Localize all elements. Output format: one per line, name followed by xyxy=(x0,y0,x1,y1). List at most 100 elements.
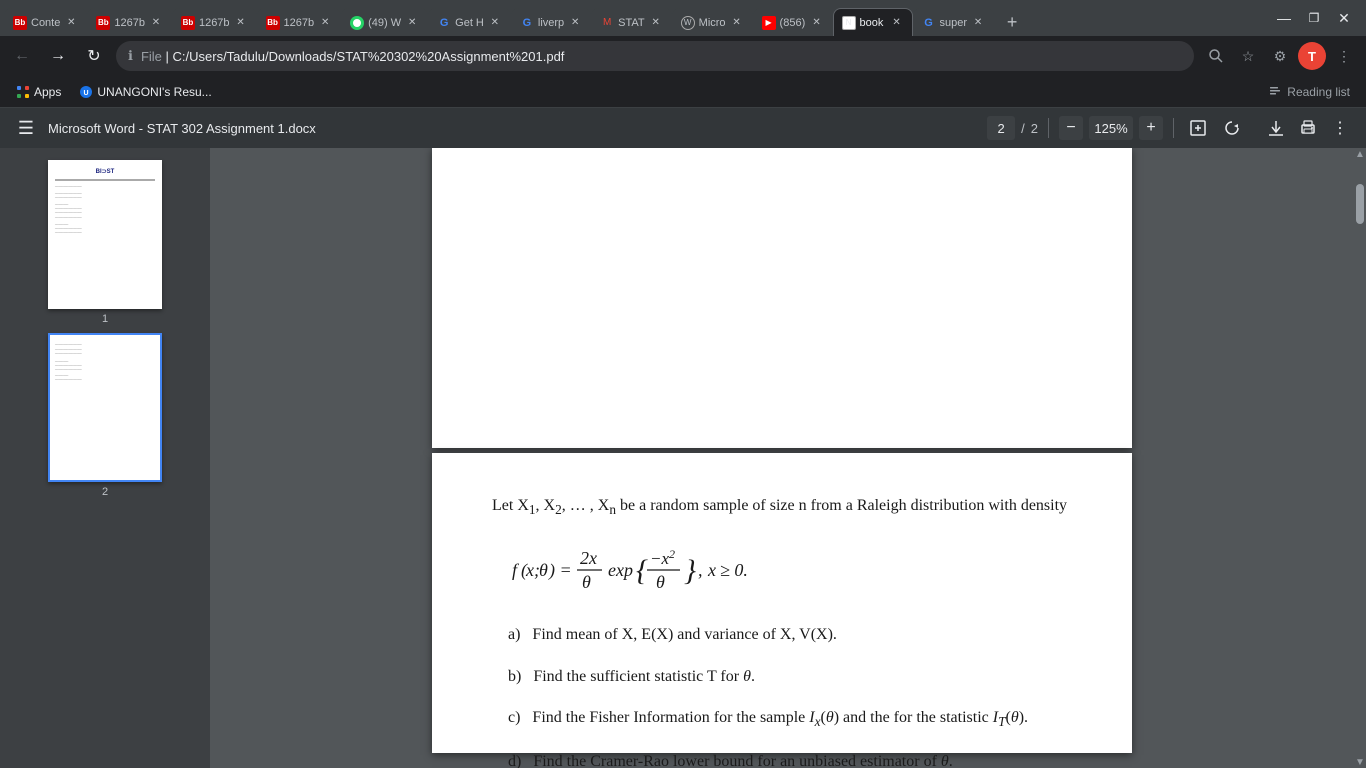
tab-6-close[interactable]: ✕ xyxy=(488,16,502,30)
svg-text:,: , xyxy=(698,560,703,580)
tab-1[interactable]: Bb Conte ✕ xyxy=(4,8,87,36)
tab-2-favicon: Bb xyxy=(96,16,110,30)
total-pages: 2 xyxy=(1031,121,1038,136)
thumb-1-image: BI⊃ST ________________ ________________ … xyxy=(50,162,160,307)
vertical-scrollbar[interactable]: ▲ ▼ xyxy=(1354,148,1366,768)
page-controls: / 2 − + xyxy=(987,114,1246,142)
address-actions: ☆ ⚙ T ⋮ xyxy=(1202,42,1358,70)
reading-list-button[interactable]: Reading list xyxy=(1261,81,1358,103)
scroll-track[interactable] xyxy=(1356,164,1364,752)
toolbar-right: ⋮ xyxy=(1262,114,1354,142)
page-2-content: Let X1, X2, … , Xn be a random sample of… xyxy=(432,453,1132,768)
download-button[interactable] xyxy=(1262,114,1290,142)
tab-9-title: Micro xyxy=(699,17,726,29)
current-page-input[interactable] xyxy=(987,116,1015,140)
close-button[interactable]: ✕ xyxy=(1330,4,1358,32)
zoom-in-button[interactable]: + xyxy=(1139,116,1163,140)
tab-1-close[interactable]: ✕ xyxy=(64,16,78,30)
tab-3-favicon: Bb xyxy=(181,16,195,30)
pdf-page-top xyxy=(432,148,1132,448)
more-options-button[interactable]: ⋮ xyxy=(1326,114,1354,142)
tab-5[interactable]: (49) W ✕ xyxy=(341,8,428,36)
address-bar-row: ← → ↻ ℹ File | C:/Users/Tadulu/Downloads… xyxy=(0,36,1366,76)
tab-4[interactable]: Bb 1267b ✕ xyxy=(257,8,342,36)
address-bar[interactable]: ℹ File | C:/Users/Tadulu/Downloads/STAT%… xyxy=(116,41,1194,71)
tab-11-close[interactable]: ✕ xyxy=(890,16,904,30)
tab-12-close[interactable]: ✕ xyxy=(971,16,985,30)
tab-9[interactable]: W Micro ✕ xyxy=(672,8,753,36)
zoom-out-button[interactable]: − xyxy=(1059,116,1083,140)
tab-8-close[interactable]: ✕ xyxy=(649,16,663,30)
bookmark-star-icon[interactable]: ☆ xyxy=(1234,42,1262,70)
pdf-main-area[interactable]: Let X1, X2, … , Xn be a random sample of… xyxy=(210,148,1354,768)
pdf-sidebar: BI⊃ST ________________ ________________ … xyxy=(0,148,210,768)
reading-list-icon xyxy=(1269,85,1283,99)
maximize-button[interactable]: ❐ xyxy=(1300,4,1328,32)
tab-8[interactable]: M STAT ✕ xyxy=(591,8,671,36)
question-a: a) Find mean of X, E(X) and variance of … xyxy=(492,622,1072,648)
thumb-1-number: 1 xyxy=(102,313,108,325)
thumb-2-frame: ________________ ________________ ______… xyxy=(48,333,162,482)
print-button[interactable] xyxy=(1294,114,1322,142)
tab-4-close[interactable]: ✕ xyxy=(318,16,332,30)
apps-icon xyxy=(16,85,30,99)
svg-text:2: 2 xyxy=(669,547,675,561)
tab-10[interactable]: ▶ (856) ✕ xyxy=(753,8,833,36)
extensions-icon[interactable]: ⚙ xyxy=(1266,42,1294,70)
tab-9-close[interactable]: ✕ xyxy=(730,16,744,30)
tab-5-close[interactable]: ✕ xyxy=(405,16,419,30)
fit-page-button[interactable] xyxy=(1184,114,1212,142)
svg-text:−x: −x xyxy=(650,549,669,568)
svg-text:θ: θ xyxy=(582,572,591,592)
forward-button[interactable]: → xyxy=(44,42,72,70)
scroll-up-arrow[interactable]: ▲ xyxy=(1354,148,1366,160)
tab-10-favicon: ▶ xyxy=(762,16,776,30)
new-tab-button[interactable]: + xyxy=(998,8,1026,36)
pdf-page-2: Let X1, X2, … , Xn be a random sample of… xyxy=(432,453,1132,753)
reload-button[interactable]: ↻ xyxy=(80,42,108,70)
thumb-2-image: ________________ ________________ ______… xyxy=(50,335,160,480)
svg-text:x: x xyxy=(707,560,716,580)
problem-statement: Let X1, X2, … , Xn be a random sample of… xyxy=(492,493,1072,768)
svg-text:}: } xyxy=(684,554,696,587)
apps-label: Apps xyxy=(34,85,61,99)
tab-6[interactable]: G Get H ✕ xyxy=(428,8,511,36)
unangoni-bookmark[interactable]: U UNANGONI's Resu... xyxy=(71,81,219,103)
search-icon[interactable] xyxy=(1202,42,1230,70)
thumbnail-page-1[interactable]: BI⊃ST ________________ ________________ … xyxy=(48,160,162,325)
tab-2[interactable]: Bb 1267b ✕ xyxy=(87,8,172,36)
back-button[interactable]: ← xyxy=(8,42,36,70)
zoom-input[interactable] xyxy=(1089,116,1133,140)
tab-3-close[interactable]: ✕ xyxy=(234,16,248,30)
svg-text:x: x xyxy=(525,560,534,580)
tab-3[interactable]: Bb 1267b ✕ xyxy=(172,8,257,36)
tab-7[interactable]: G liverp ✕ xyxy=(511,8,591,36)
pdf-viewer: ☰ Microsoft Word - STAT 302 Assignment 1… xyxy=(0,108,1366,768)
rotate-button[interactable] xyxy=(1218,114,1246,142)
tab-10-close[interactable]: ✕ xyxy=(810,16,824,30)
question-list: a) Find mean of X, E(X) and variance of … xyxy=(492,622,1072,768)
profile-button[interactable]: T xyxy=(1298,42,1326,70)
svg-text:θ: θ xyxy=(656,572,665,592)
sidebar-toggle-button[interactable]: ☰ xyxy=(12,118,40,139)
formula-svg: f ( x ; θ ) = 2x θ ex xyxy=(512,536,852,601)
tab-7-close[interactable]: ✕ xyxy=(568,16,582,30)
svg-text:≥ 0.: ≥ 0. xyxy=(720,560,748,580)
svg-text:exp: exp xyxy=(608,560,633,580)
tab-11[interactable]: N book ✕ xyxy=(833,8,913,36)
thumbnail-page-2[interactable]: ________________ ________________ ______… xyxy=(48,333,162,498)
question-c: c) Find the Fisher Information for the s… xyxy=(492,705,1072,733)
tab-2-close[interactable]: ✕ xyxy=(149,16,163,30)
thumb-2-content: ________________ ________________ ______… xyxy=(50,335,160,387)
svg-text:f: f xyxy=(512,560,520,580)
tab-8-favicon: M xyxy=(600,16,614,30)
scroll-down-arrow[interactable]: ▼ xyxy=(1354,756,1366,768)
tab-12-title: super xyxy=(940,17,968,29)
menu-icon[interactable]: ⋮ xyxy=(1330,42,1358,70)
tab-12-favicon: G xyxy=(922,16,936,30)
apps-bookmark[interactable]: Apps xyxy=(8,81,69,103)
thumb-1-frame: BI⊃ST ________________ ________________ … xyxy=(48,160,162,309)
minimize-button[interactable]: — xyxy=(1270,4,1298,32)
tab-12[interactable]: G super ✕ xyxy=(913,8,995,36)
scroll-thumb[interactable] xyxy=(1356,184,1364,224)
